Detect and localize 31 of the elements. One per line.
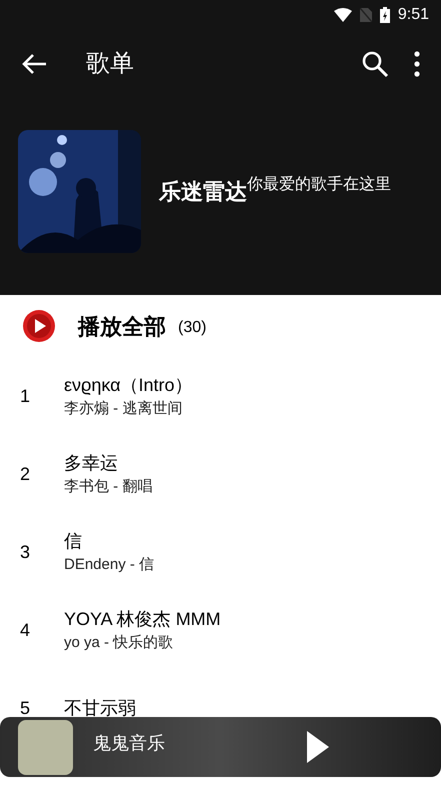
song-index: 5 <box>19 696 32 720</box>
play-icon <box>22 309 56 343</box>
song-title: YOYA 林俊杰 MMM <box>64 608 221 631</box>
song-index: 2 <box>19 462 32 486</box>
song-index: 1 <box>19 384 32 408</box>
song-index: 3 <box>19 540 32 564</box>
search-icon <box>361 50 389 78</box>
playlist-description: 你最爱的歌手在这里 <box>247 174 391 194</box>
song-subtitle: 李亦煽 - 逃离世间 <box>64 399 184 419</box>
toolbar-title: 歌单 <box>86 49 135 79</box>
battery-icon <box>380 7 390 23</box>
play-all-button[interactable]: 播放全部 <box>22 309 166 343</box>
song-subtitle: 李书包 - 翻唱 <box>64 477 152 497</box>
playlist-title: 乐迷雷达 <box>159 178 247 206</box>
song-subtitle: yo ya - 快乐的歌 <box>64 633 174 653</box>
back-icon <box>21 53 47 75</box>
song-count: (30) <box>178 318 206 338</box>
song-title: 多幸运 <box>64 452 119 475</box>
mini-player[interactable]: 鬼鬼音乐 <box>0 717 441 777</box>
song-subtitle: DEndeny - 信 <box>64 555 154 575</box>
status-time: 9:51 <box>398 5 429 25</box>
album-thumbnail <box>18 720 73 774</box>
song-index: 4 <box>19 618 32 642</box>
player-title: 鬼鬼音乐 <box>93 732 166 754</box>
no-sim-icon <box>360 8 372 22</box>
song-title: ενϱηκα（Intro） <box>64 374 193 397</box>
song-title: 不甘示弱 <box>64 697 136 720</box>
wifi-icon <box>334 8 352 22</box>
more-icon <box>414 51 420 77</box>
play-icon <box>307 731 329 763</box>
song-title: 信 <box>64 530 83 553</box>
